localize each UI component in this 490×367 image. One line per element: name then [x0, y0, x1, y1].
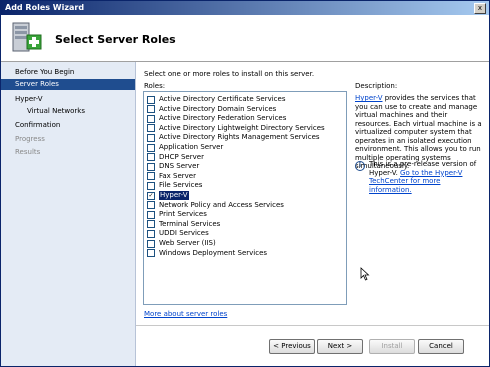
nav-item-virtual-networks[interactable]: Virtual Networks: [1, 106, 135, 117]
intro-text: Select one or more roles to install on t…: [144, 70, 315, 78]
roles-list[interactable]: Active Directory Certificate Services Ac…: [143, 91, 347, 305]
close-icon: x: [477, 4, 483, 12]
install-button: Install: [369, 339, 415, 354]
info-text-wrap: This is a pre-release version of Hyper-V…: [369, 160, 485, 194]
check-icon[interactable]: ✓: [147, 191, 155, 200]
role-item[interactable]: Fax Server: [147, 172, 196, 181]
close-button[interactable]: x: [474, 3, 486, 14]
role-item[interactable]: Terminal Services: [147, 220, 220, 229]
button-divider: [136, 325, 489, 326]
nav-item-server-roles[interactable]: Server Roles: [1, 79, 135, 90]
role-label: Fax Server: [159, 171, 196, 180]
window-title: Add Roles Wizard: [5, 3, 85, 12]
role-checkbox[interactable]: [147, 172, 155, 181]
role-checkbox[interactable]: [147, 220, 155, 229]
wizard-nav: Before You Begin Server Roles Hyper-V Vi…: [1, 62, 136, 366]
prerelease-info: i This is a pre-release version of Hyper…: [355, 160, 485, 194]
description-title: Description:: [355, 82, 398, 90]
nav-item-confirmation[interactable]: Confirmation: [1, 120, 135, 131]
role-label: File Services: [159, 181, 203, 190]
role-checkbox[interactable]: [147, 143, 155, 152]
role-item[interactable]: UDDI Services: [147, 229, 209, 238]
nav-item-hyper-v[interactable]: Hyper-V: [1, 94, 135, 105]
wizard-window: Add Roles Wizard x Select Server Roles B…: [0, 0, 490, 367]
role-checkbox[interactable]: [147, 133, 155, 142]
role-checkbox[interactable]: [147, 95, 155, 104]
role-label: Active Directory Federation Services: [159, 114, 287, 123]
role-item[interactable]: File Services: [147, 181, 202, 190]
role-label: Active Directory Certificate Services: [159, 95, 286, 103]
role-item[interactable]: DHCP Server: [147, 153, 204, 162]
role-label: Active Directory Domain Services: [159, 104, 277, 113]
role-checkbox[interactable]: [147, 249, 155, 258]
role-label: Hyper-V: [159, 191, 189, 200]
info-icon: i: [355, 161, 365, 171]
roles-label: Roles:: [144, 82, 166, 90]
role-label: Print Services: [159, 210, 207, 219]
role-item[interactable]: Active Directory Certificate Services: [147, 95, 285, 104]
role-checkbox[interactable]: [147, 229, 155, 238]
role-item[interactable]: Windows Deployment Services: [147, 249, 267, 258]
title-bar: Add Roles Wizard x: [1, 1, 489, 15]
role-item[interactable]: Active Directory Rights Management Servi…: [147, 133, 320, 142]
role-checkbox[interactable]: [147, 105, 155, 114]
cancel-button[interactable]: Cancel: [418, 339, 464, 354]
page-title: Select Server Roles: [55, 33, 176, 46]
wizard-header: Select Server Roles: [1, 15, 489, 62]
more-about-server-roles-link[interactable]: More about server roles: [144, 310, 227, 318]
role-checkbox[interactable]: [147, 124, 155, 133]
next-button[interactable]: Next >: [317, 339, 363, 354]
role-checkbox[interactable]: [147, 114, 155, 123]
role-label: Terminal Services: [159, 219, 221, 228]
nav-item-results: Results: [15, 148, 41, 156]
role-checkbox[interactable]: [147, 239, 155, 248]
role-label: Active Directory Lightweight Directory S…: [159, 123, 325, 132]
role-checkbox[interactable]: [147, 162, 155, 171]
role-checkbox[interactable]: [147, 210, 155, 219]
role-label: Network Policy and Access Services: [159, 200, 284, 209]
role-checkbox[interactable]: [147, 201, 155, 210]
role-checkbox[interactable]: [147, 181, 155, 190]
server-roles-icon: [12, 22, 42, 52]
role-label: Application Server: [159, 143, 224, 151]
description-text: provides the services that you can use t…: [355, 94, 482, 170]
nav-item-before-you-begin[interactable]: Before You Begin: [1, 67, 135, 78]
role-item[interactable]: DNS Server: [147, 162, 199, 171]
hyper-v-link[interactable]: Hyper-V: [355, 94, 383, 102]
mouse-cursor-icon: [360, 267, 370, 281]
role-item[interactable]: Network Policy and Access Services: [147, 201, 284, 210]
role-item[interactable]: Active Directory Domain Services: [147, 105, 276, 114]
role-item-hyper-v[interactable]: ✓ Hyper-V: [147, 191, 189, 200]
role-label: Windows Deployment Services: [159, 248, 268, 257]
role-checkbox[interactable]: [147, 153, 155, 162]
nav-item-progress: Progress: [15, 135, 45, 143]
role-item[interactable]: Active Directory Lightweight Directory S…: [147, 124, 325, 133]
previous-button[interactable]: < Previous: [269, 339, 315, 354]
role-label: Active Directory Rights Management Servi…: [159, 133, 320, 142]
role-item[interactable]: Web Server (IIS): [147, 239, 216, 248]
main-panel: Select one or more roles to install on t…: [136, 62, 489, 366]
role-label: DNS Server: [159, 162, 200, 171]
role-label: Web Server (IIS): [159, 239, 216, 247]
role-item[interactable]: Application Server: [147, 143, 223, 152]
role-item[interactable]: Active Directory Federation Services: [147, 114, 286, 123]
role-item[interactable]: Print Services: [147, 210, 207, 219]
role-label: DHCP Server: [159, 152, 204, 161]
role-label: UDDI Services: [159, 229, 209, 238]
